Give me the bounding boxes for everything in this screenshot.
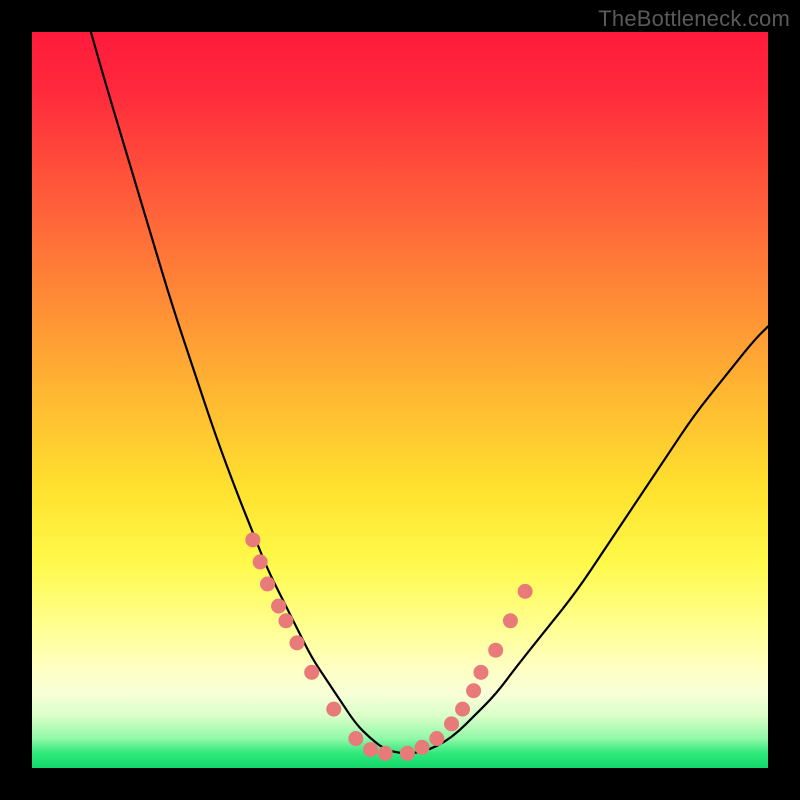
- data-point: [253, 554, 268, 569]
- data-point: [363, 742, 378, 757]
- data-point: [260, 577, 275, 592]
- watermark-text: TheBottleneck.com: [598, 6, 790, 32]
- data-point: [429, 731, 444, 746]
- data-point: [455, 702, 470, 717]
- plot-area: [32, 32, 768, 768]
- data-point: [518, 584, 533, 599]
- curve-layer: [32, 32, 768, 768]
- data-point: [378, 746, 393, 761]
- data-point: [466, 683, 481, 698]
- data-point: [400, 746, 415, 761]
- data-point: [304, 665, 319, 680]
- data-point: [245, 532, 260, 547]
- data-point: [326, 702, 341, 717]
- data-point: [278, 613, 293, 628]
- bottleneck-curve: [91, 32, 768, 753]
- marker-layer: [245, 532, 532, 760]
- data-point: [348, 731, 363, 746]
- bottleneck-curve-path: [91, 32, 768, 753]
- data-point: [271, 599, 286, 614]
- data-point: [473, 665, 488, 680]
- data-point: [415, 740, 430, 755]
- data-point: [503, 613, 518, 628]
- data-point: [444, 716, 459, 731]
- chart-frame: TheBottleneck.com: [0, 0, 800, 800]
- data-point: [488, 643, 503, 658]
- data-point: [289, 635, 304, 650]
